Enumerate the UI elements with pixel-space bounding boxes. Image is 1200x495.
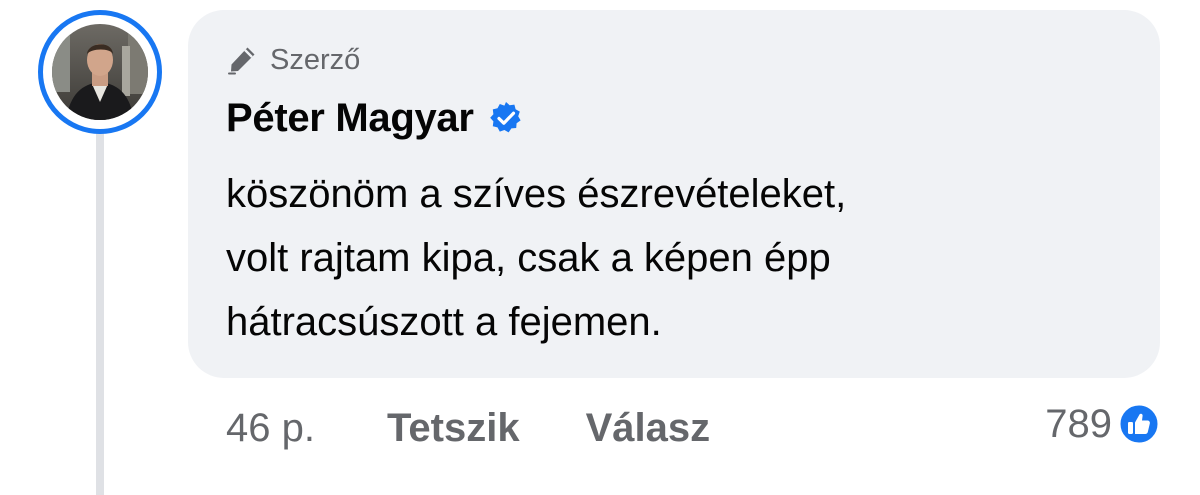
like-thumbs-up-icon [1118, 403, 1160, 445]
comment-actions: 46 p. Tetszik Válasz [226, 400, 710, 456]
reaction-count: 789 [1045, 401, 1112, 446]
comment-text-line: hátracsúszott a fejemen. [226, 300, 662, 344]
like-button[interactable]: Tetszik [387, 406, 520, 451]
comment-text: köszönöm a szíves észrevételeket, volt r… [226, 162, 1136, 354]
verified-badge-icon [488, 100, 524, 136]
author-badge: Szerző [226, 40, 360, 80]
comment-text-line: volt rajtam kipa, csak a képen épp [226, 236, 831, 280]
reaction-summary[interactable]: 789 [1045, 396, 1160, 452]
comment-bubble: Szerző Péter Magyar köszönöm a szíves és… [188, 10, 1160, 378]
avatar[interactable] [52, 24, 148, 120]
author-badge-label: Szerző [270, 43, 361, 76]
author-name[interactable]: Péter Magyar [226, 96, 474, 141]
author-name-row: Péter Magyar [226, 92, 524, 144]
comment-text-line: köszönöm a szíves észrevételeket, [226, 172, 847, 216]
comment-timestamp[interactable]: 46 p. [226, 406, 315, 451]
pencil-icon [226, 44, 258, 76]
reply-button[interactable]: Válasz [586, 406, 711, 451]
avatar-story-ring[interactable] [38, 10, 162, 134]
avatar-photo [52, 24, 148, 120]
thread-line [96, 128, 104, 495]
